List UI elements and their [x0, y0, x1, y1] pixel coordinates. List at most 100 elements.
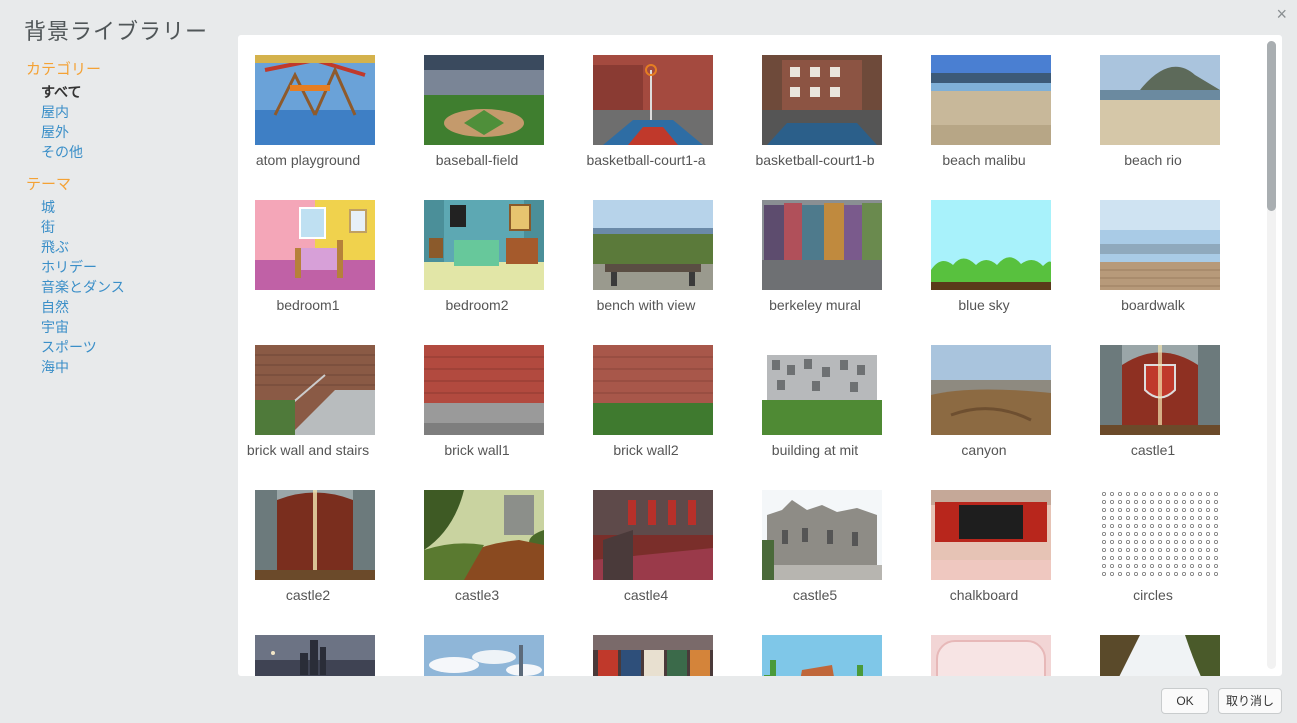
- backdrop-thumbnail: [593, 55, 713, 145]
- backdrop-label: castle1: [1130, 442, 1176, 458]
- backdrop-tile[interactable]: castle1: [1083, 325, 1223, 465]
- theme-heading: テーマ: [26, 176, 72, 193]
- backdrop-label: brick wall and stairs: [246, 442, 370, 458]
- sidebar-item-space[interactable]: 宇宙: [26, 317, 226, 337]
- backdrop-thumbnail: [424, 490, 544, 580]
- backdrop-tile[interactable]: brick wall and stairs: [238, 325, 378, 465]
- backdrop-thumbnail: [593, 635, 713, 676]
- backdrop-tile[interactable]: beach malibu: [914, 35, 1054, 175]
- backdrop-thumbnail: [255, 55, 375, 145]
- sidebar-item-sports[interactable]: スポーツ: [26, 337, 226, 357]
- backdrop-tile[interactable]: basketball-court1-a: [576, 35, 716, 175]
- backdrop-tile[interactable]: circles: [1083, 470, 1223, 610]
- backdrop-label: canyon: [961, 442, 1007, 458]
- backdrop-tile[interactable]: [576, 615, 716, 676]
- backdrop-label: basketball-court1-a: [586, 152, 706, 168]
- backdrop-tile[interactable]: building at mit: [745, 325, 885, 465]
- backdrop-thumbnail: [255, 345, 375, 435]
- scrollbar[interactable]: [1267, 41, 1276, 669]
- backdrop-library-dialog: 背景ライブラリー × カテゴリー すべて 屋内 屋外 その他 テーマ 城 街 飛…: [0, 0, 1297, 723]
- scrollbar-thumb[interactable]: [1267, 41, 1276, 211]
- backdrop-tile[interactable]: castle3: [407, 470, 547, 610]
- backdrop-thumbnail: [762, 490, 882, 580]
- backdrop-thumbnail: [762, 635, 882, 676]
- backdrop-label: brick wall1: [444, 442, 510, 458]
- sidebar-item-castle[interactable]: 城: [26, 197, 226, 217]
- backdrop-thumbnail: [762, 55, 882, 145]
- backdrop-tile[interactable]: basketball-court1-b: [745, 35, 885, 175]
- backdrop-tile[interactable]: blue sky: [914, 180, 1054, 320]
- backdrop-tile[interactable]: brick wall2: [576, 325, 716, 465]
- sidebar-item-nature[interactable]: 自然: [26, 297, 226, 317]
- backdrop-label: chalkboard: [949, 587, 1019, 603]
- category-heading: カテゴリー: [26, 61, 102, 78]
- backdrop-thumbnail: [255, 490, 375, 580]
- sidebar: カテゴリー すべて 屋内 屋外 その他 テーマ 城 街 飛ぶ ホリデー 音楽とダ…: [26, 60, 226, 377]
- backdrop-label: castle4: [623, 587, 669, 603]
- backdrop-label: bench with view: [596, 297, 696, 313]
- backdrop-tile[interactable]: canyon: [914, 325, 1054, 465]
- backdrop-thumbnail: [424, 200, 544, 290]
- sidebar-item-other[interactable]: その他: [26, 142, 226, 162]
- dialog-title: 背景ライブラリー: [24, 19, 209, 44]
- backdrop-tile[interactable]: boardwalk: [1083, 180, 1223, 320]
- backdrop-thumbnail: [1100, 345, 1220, 435]
- backdrop-tile[interactable]: castle2: [238, 470, 378, 610]
- backdrop-thumbnail: [593, 490, 713, 580]
- sidebar-item-indoors[interactable]: 屋内: [26, 102, 226, 122]
- backdrop-tile[interactable]: castle4: [576, 470, 716, 610]
- sidebar-item-underwater[interactable]: 海中: [26, 357, 226, 377]
- backdrop-label: bedroom2: [445, 297, 509, 313]
- backdrop-label: castle5: [792, 587, 838, 603]
- backdrop-label: beach rio: [1124, 152, 1182, 168]
- backdrop-tile[interactable]: [914, 615, 1054, 676]
- backdrop-tile[interactable]: baseball-field: [407, 35, 547, 175]
- backdrop-thumbnail: [424, 345, 544, 435]
- sidebar-item-holiday[interactable]: ホリデー: [26, 257, 226, 277]
- backdrop-tile[interactable]: berkeley mural: [745, 180, 885, 320]
- backdrop-tile[interactable]: bedroom1: [238, 180, 378, 320]
- sidebar-item-flying[interactable]: 飛ぶ: [26, 237, 226, 257]
- backdrop-tile[interactable]: atom playground: [238, 35, 378, 175]
- backdrop-tile[interactable]: bench with view: [576, 180, 716, 320]
- backdrop-label: baseball-field: [435, 152, 519, 168]
- sidebar-item-city[interactable]: 街: [26, 217, 226, 237]
- backdrop-label: boardwalk: [1121, 297, 1185, 313]
- backdrop-tile[interactable]: [1083, 615, 1223, 676]
- backdrop-tile[interactable]: [745, 615, 885, 676]
- close-icon[interactable]: ×: [1276, 4, 1287, 25]
- backdrop-thumbnail: [593, 345, 713, 435]
- backdrop-thumbnail: [931, 490, 1051, 580]
- library-panel: atom playground baseball-field basketball-…: [238, 35, 1282, 676]
- library-grid: atom playground baseball-field basketball-…: [238, 35, 1258, 676]
- backdrop-tile[interactable]: castle5: [745, 470, 885, 610]
- backdrop-thumbnail: [255, 635, 375, 676]
- backdrop-tile[interactable]: beach rio: [1083, 35, 1223, 175]
- backdrop-thumbnail: [424, 55, 544, 145]
- backdrop-thumbnail: [593, 200, 713, 290]
- backdrop-thumbnail: [1100, 200, 1220, 290]
- backdrop-label: atom playground: [255, 152, 361, 168]
- backdrop-thumbnail: [255, 200, 375, 290]
- backdrop-label: building at mit: [771, 442, 859, 458]
- backdrop-label: basketball-court1-b: [755, 152, 875, 168]
- sidebar-item-music-dance[interactable]: 音楽とダンス: [26, 277, 226, 297]
- backdrop-thumbnail: [931, 55, 1051, 145]
- sidebar-item-all[interactable]: すべて: [26, 82, 226, 102]
- cancel-button[interactable]: 取り消し: [1218, 688, 1282, 714]
- backdrop-thumbnail: [931, 345, 1051, 435]
- backdrop-thumbnail: [1100, 635, 1220, 676]
- backdrop-tile[interactable]: bedroom2: [407, 180, 547, 320]
- backdrop-tile[interactable]: chalkboard: [914, 470, 1054, 610]
- backdrop-tile[interactable]: brick wall1: [407, 325, 547, 465]
- backdrop-label: castle2: [285, 587, 331, 603]
- backdrop-label: castle3: [454, 587, 500, 603]
- backdrop-thumbnail: [762, 200, 882, 290]
- backdrop-tile[interactable]: [238, 615, 378, 676]
- backdrop-label: circles: [1133, 587, 1173, 603]
- ok-button[interactable]: OK: [1161, 688, 1209, 714]
- sidebar-item-outdoors[interactable]: 屋外: [26, 122, 226, 142]
- backdrop-tile[interactable]: [407, 615, 547, 676]
- backdrop-thumbnail: [931, 635, 1051, 676]
- backdrop-thumbnail: [762, 345, 882, 435]
